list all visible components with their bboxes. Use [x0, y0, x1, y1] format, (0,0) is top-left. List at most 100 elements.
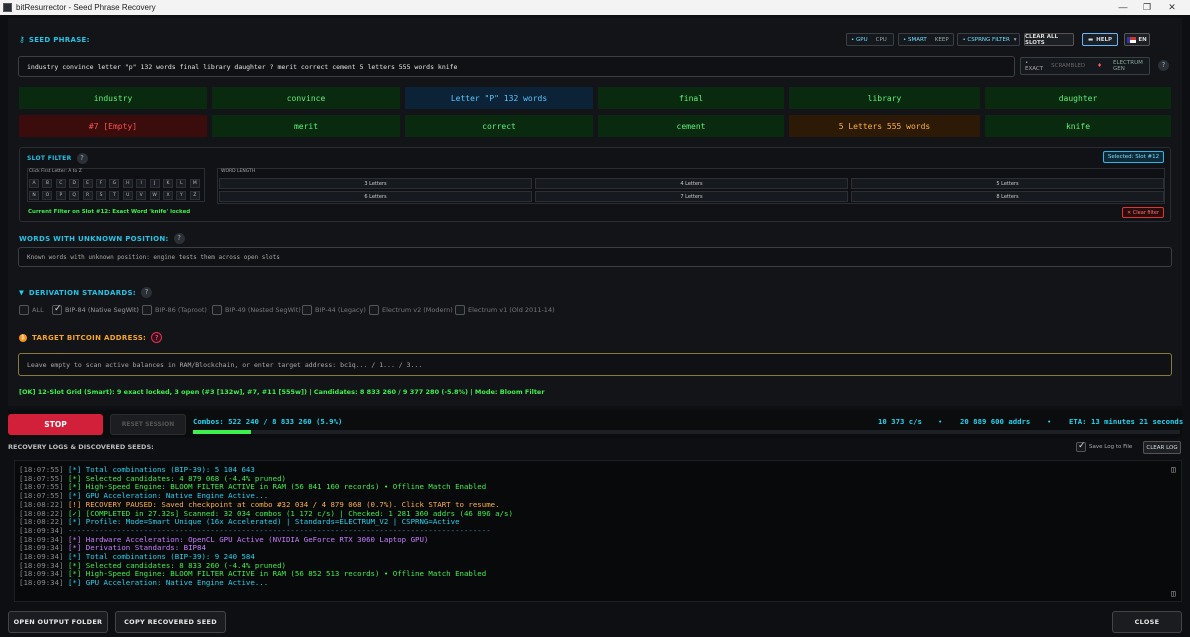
reset-session-button[interactable]: RESET SESSION	[110, 414, 186, 435]
checkbox-icon[interactable]	[142, 305, 152, 315]
checkbox-checked-icon[interactable]	[1076, 441, 1086, 452]
slot-6[interactable]: daughter	[985, 87, 1171, 109]
length-5-button[interactable]: 5 Letters	[851, 178, 1164, 189]
status-line: [OK] 12-Slot Grid (Smart): 9 exact locke…	[19, 388, 545, 396]
gpu-option[interactable]: • GPU	[847, 34, 872, 45]
derivation-label: DERIVATION STANDARDS:	[28, 288, 136, 297]
close-button[interactable]: CLOSE	[1112, 611, 1182, 633]
letter-key-n[interactable]: N	[29, 191, 39, 200]
csprng-filter-dropdown[interactable]: • CSPRNG FILTER ▾	[957, 33, 1020, 46]
slot-1[interactable]: industry	[19, 87, 207, 109]
slot-9[interactable]: correct	[405, 115, 593, 137]
mode-exact[interactable]: • EXACT	[1021, 58, 1047, 74]
derivation-help-icon[interactable]: ?	[140, 287, 152, 298]
gpu-cpu-toggle[interactable]: • GPU CPU	[846, 33, 894, 46]
deriv-option-electrum-v2[interactable]: Electrum v2 (Modern)	[369, 305, 453, 315]
slot-10[interactable]: cement	[598, 115, 784, 137]
letter-key-v[interactable]: V	[136, 191, 147, 200]
target-address-input[interactable]: Leave empty to scan active balances in R…	[18, 353, 1172, 376]
cpu-option[interactable]: CPU	[872, 34, 891, 45]
log-message: ----------------------------------------…	[67, 525, 491, 535]
seed-help-icon[interactable]: ?	[1158, 60, 1169, 71]
slot-4[interactable]: final	[598, 87, 784, 109]
letter-key-z[interactable]: Z	[189, 191, 200, 200]
mode-scrambled[interactable]: SCRAMBLED	[1047, 58, 1089, 74]
expand-top-icon[interactable]: ◫	[1171, 465, 1176, 474]
letter-key-d[interactable]: D	[69, 179, 80, 188]
copy-recovered-seed-button[interactable]: COPY RECOVERED SEED	[115, 611, 226, 633]
letter-key-u[interactable]: U	[122, 191, 133, 200]
checkbox-icon[interactable]	[302, 305, 312, 315]
deriv-option-all[interactable]: ALL	[19, 305, 44, 315]
seed-phrase-input[interactable]: industry convince letter "p" 132 words f…	[18, 56, 1015, 77]
deriv-option-bip84[interactable]: BIP-84 (Native SegWit)	[52, 304, 139, 315]
language-button[interactable]: EN	[1124, 33, 1150, 46]
slot-3[interactable]: Letter "P" 132 words	[405, 87, 593, 109]
letter-key-c[interactable]: C	[55, 179, 66, 188]
close-window-icon[interactable]: ✕	[1160, 0, 1184, 15]
checkbox-icon[interactable]	[212, 305, 222, 315]
open-output-folder-button[interactable]: OPEN OUTPUT FOLDER	[8, 611, 108, 633]
save-log-checkbox[interactable]: Save Log to File	[1076, 441, 1132, 452]
deriv-option-bip86[interactable]: BIP-86 (Taproot)	[142, 305, 207, 315]
length-7-button[interactable]: 7 Letters	[535, 191, 848, 202]
letter-key-g[interactable]: G	[109, 179, 120, 188]
checkbox-icon[interactable]	[19, 305, 29, 315]
letter-key-l[interactable]: L	[176, 179, 187, 188]
keep-option[interactable]: KEEP	[931, 34, 953, 45]
maximize-icon[interactable]: ❐	[1135, 0, 1159, 15]
minimize-icon[interactable]: —	[1111, 0, 1135, 15]
deriv-option-bip44[interactable]: BIP-44 (Legacy)	[302, 305, 366, 315]
selected-slot-badge: Selected: Slot #12	[1103, 151, 1164, 163]
length-8-button[interactable]: 8 Letters	[851, 191, 1164, 202]
letter-key-j[interactable]: J	[149, 179, 160, 188]
log-timestamp: [18:09:34]	[19, 560, 64, 570]
letter-key-y[interactable]: Y	[176, 191, 187, 200]
letter-key-q[interactable]: Q	[69, 191, 80, 200]
target-help-icon[interactable]: ?	[151, 332, 163, 343]
eta-readout: ETA: 13 minutes 21 seconds	[1069, 417, 1184, 426]
unknown-words-input[interactable]: Known words with unknown position: engin…	[18, 247, 1172, 267]
clear-all-slots-button[interactable]: CLEAR ALL SLOTS	[1024, 33, 1074, 46]
letter-key-h[interactable]: H	[122, 179, 133, 188]
expand-bottom-icon[interactable]: ◫	[1171, 589, 1176, 598]
letter-key-o[interactable]: O	[42, 191, 53, 200]
length-6-button[interactable]: 6 Letters	[219, 191, 532, 202]
deriv-option-bip49[interactable]: BIP-49 (Nested SegWit)	[212, 305, 301, 315]
slot-2[interactable]: convince	[212, 87, 400, 109]
slot-11[interactable]: 5 Letters 555 words	[789, 115, 980, 137]
seed-mode-toggle[interactable]: • EXACT SCRAMBLED ♦ ELECTRUM GEN	[1020, 57, 1150, 75]
slot-7[interactable]: #7 [Empty]	[19, 115, 207, 137]
checkbox-checked-icon[interactable]	[52, 304, 62, 315]
letter-key-f[interactable]: F	[96, 179, 106, 188]
deriv-option-electrum-v1[interactable]: Electrum v1 (Old 2011-14)	[455, 305, 555, 315]
smart-keep-toggle[interactable]: • SMART KEEP	[898, 33, 954, 46]
slot-8[interactable]: merit	[212, 115, 400, 137]
letter-key-m[interactable]: M	[189, 179, 200, 188]
slot-12[interactable]: knife	[985, 115, 1171, 137]
clear-log-button[interactable]: CLEAR LOG	[1143, 441, 1181, 454]
slot-filter-help-icon[interactable]: ?	[76, 153, 88, 164]
electrum-gen-option[interactable]: ♦ ELECTRUM GEN	[1089, 58, 1151, 74]
stop-button[interactable]: STOP	[8, 414, 103, 435]
checkbox-icon[interactable]	[455, 305, 465, 315]
letter-key-x[interactable]: X	[163, 191, 173, 200]
checkbox-icon[interactable]	[369, 305, 379, 315]
length-4-button[interactable]: 4 Letters	[535, 178, 848, 189]
unknown-words-help-icon[interactable]: ?	[173, 233, 185, 244]
letter-key-i[interactable]: I	[136, 179, 147, 188]
length-3-button[interactable]: 3 Letters	[219, 178, 532, 189]
slot-5[interactable]: library	[789, 87, 980, 109]
letter-key-r[interactable]: R	[82, 191, 93, 200]
help-button[interactable]: ▬ HELP	[1082, 33, 1118, 46]
letter-key-p[interactable]: P	[55, 191, 66, 200]
letter-key-s[interactable]: S	[96, 191, 106, 200]
letter-key-e[interactable]: E	[82, 179, 93, 188]
letter-key-k[interactable]: K	[163, 179, 173, 188]
smart-option[interactable]: • SMART	[899, 34, 931, 45]
letter-key-a[interactable]: A	[29, 179, 39, 188]
clear-filter-button[interactable]: ✕ Clear filter	[1122, 207, 1164, 218]
letter-key-w[interactable]: W	[149, 191, 160, 200]
letter-key-t[interactable]: T	[109, 191, 120, 200]
letter-key-b[interactable]: B	[42, 179, 53, 188]
